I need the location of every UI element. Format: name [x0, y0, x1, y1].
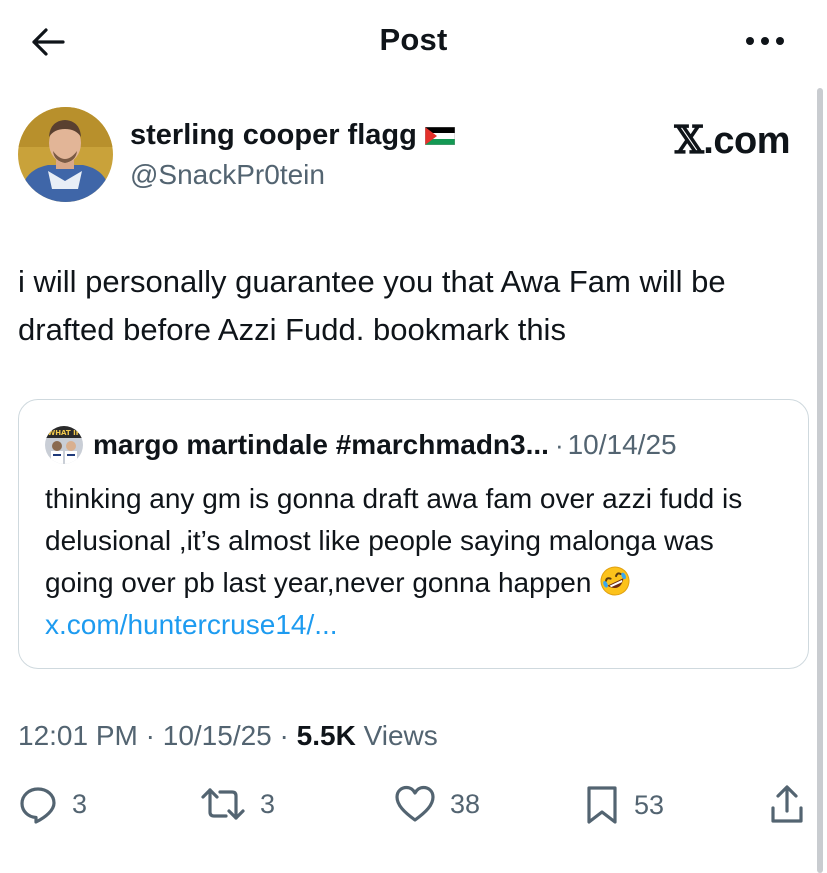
- reply-button[interactable]: 3: [18, 784, 87, 824]
- views-label: Views: [355, 720, 438, 751]
- quoted-date: 10/14/25: [567, 429, 677, 460]
- repost-count: 3: [260, 788, 276, 819]
- share-button[interactable]: [768, 784, 806, 826]
- author-name-line: sterling cooper flagg: [130, 119, 456, 152]
- views-count: 5.5K: [296, 720, 356, 751]
- quoted-display-name: margo martindale #marchmadn3...: [93, 429, 549, 460]
- post-text: i will personally guarantee you that Awa…: [18, 264, 726, 347]
- heart-icon: [395, 785, 435, 822]
- meta-separator: ·: [137, 720, 163, 751]
- quoted-post-card[interactable]: WHAT IF margo martindale #marchmadn3... …: [18, 399, 809, 669]
- watermark-domain: .com: [703, 120, 790, 162]
- like-count: 38: [450, 788, 481, 819]
- scrollbar[interactable]: [817, 88, 823, 873]
- author-handle[interactable]: @SnackPr0tein: [130, 159, 325, 191]
- quoted-avatar-text: WHAT IF: [47, 429, 80, 437]
- top-bar: Post: [0, 0, 827, 84]
- page-title: Post: [379, 22, 448, 57]
- bookmark-icon: [587, 786, 617, 824]
- quoted-post-text: thinking any gm is gonna draft awa fam o…: [45, 478, 775, 646]
- quoted-text-body: thinking any gm is gonna draft awa fam o…: [45, 483, 743, 598]
- bookmark-count: 53: [634, 789, 665, 820]
- rolling-laughing-emoji-icon: [599, 565, 631, 597]
- share-icon: [771, 785, 803, 823]
- palestine-flag-icon: [424, 126, 456, 145]
- x-logo-icon: 𝕏: [674, 117, 704, 162]
- repost-button[interactable]: 3: [200, 784, 275, 824]
- post-date[interactable]: 10/15/25: [163, 720, 272, 751]
- action-bar: 3 3 38 53: [18, 784, 818, 834]
- like-button[interactable]: 38: [394, 784, 480, 824]
- post-time[interactable]: 12:01 PM: [18, 720, 138, 751]
- more-options-icon[interactable]: [740, 26, 790, 56]
- repost-icon: [201, 788, 245, 820]
- author-display-name[interactable]: sterling cooper flagg: [130, 119, 417, 152]
- bookmark-button[interactable]: 53: [584, 784, 664, 826]
- reply-icon: [20, 787, 56, 824]
- meta-separator: ·: [271, 720, 297, 751]
- post-author: sterling cooper flagg @SnackPr0tein 𝕏.co…: [18, 107, 808, 207]
- quoted-post-header: WHAT IF margo martindale #marchmadn3... …: [45, 426, 677, 464]
- quoted-separator: ·: [554, 429, 564, 460]
- quoted-link[interactable]: x.com/huntercruse14/...: [45, 609, 338, 640]
- reply-count: 3: [72, 788, 88, 819]
- x-com-watermark: 𝕏.com: [674, 117, 790, 163]
- avatar[interactable]: [18, 107, 113, 202]
- quoted-avatar[interactable]: WHAT IF: [45, 426, 83, 464]
- post-meta: 12:01 PM · 10/15/25 · 5.5K Views: [18, 720, 438, 752]
